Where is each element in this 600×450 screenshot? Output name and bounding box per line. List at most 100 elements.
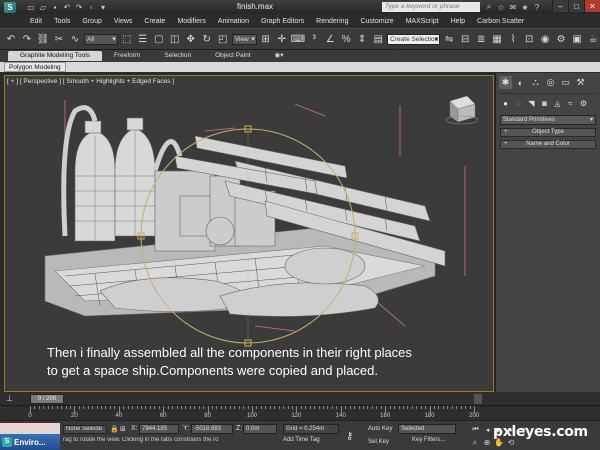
save-file-icon[interactable]: ▪ xyxy=(50,2,60,12)
layer-manager-icon[interactable]: ≣ xyxy=(474,31,488,47)
ribbon-options-icon[interactable]: ◉▾ xyxy=(263,51,296,61)
viewport-label[interactable]: [ + ] [ Perspective ] [ Smooth + Highlig… xyxy=(7,78,174,85)
tab-selection[interactable]: Selection xyxy=(152,51,203,61)
menu-rendering[interactable]: Rendering xyxy=(316,18,348,25)
rollout-object-type[interactable]: Object Type xyxy=(500,128,596,137)
helpers-icon[interactable]: ◬ xyxy=(552,98,563,109)
menu-tools[interactable]: Tools xyxy=(54,18,70,25)
key-mode-dropdown[interactable]: Selected xyxy=(398,424,456,434)
material-editor-icon[interactable]: ◉ xyxy=(538,31,552,47)
search-icon[interactable]: ⌕ xyxy=(484,1,494,13)
track-bar[interactable]: 0 20 40 60 80 100 120 140 160 180 200 xyxy=(0,405,600,420)
x-coord-field[interactable]: 7844.185 xyxy=(139,424,179,434)
menu-edit[interactable]: Edit xyxy=(30,18,42,25)
lock-selection-icon[interactable]: 🔒 xyxy=(110,425,119,433)
menu-maxscript[interactable]: MAXScript xyxy=(406,18,439,25)
bind-space-warp-icon[interactable]: ∿ xyxy=(68,31,82,47)
create-panel-icon[interactable]: ✱ xyxy=(499,76,512,89)
percent-snap-icon[interactable]: % xyxy=(339,31,353,47)
select-by-name-icon[interactable]: ☰ xyxy=(136,31,150,47)
z-coord-field[interactable]: 0.0m xyxy=(243,424,277,434)
utilities-panel-icon[interactable]: ⚒ xyxy=(574,76,587,89)
previous-frame-icon[interactable]: ◂ xyxy=(482,425,493,435)
undo-icon[interactable]: ↶ xyxy=(62,2,72,12)
lights-icon[interactable]: ◥ xyxy=(526,98,537,109)
time-slider[interactable]: 0 / 200 xyxy=(30,394,64,404)
keyboard-shortcut-override-icon[interactable]: ⌨ xyxy=(291,31,305,47)
reference-coordinate-dropdown[interactable]: View xyxy=(231,33,257,45)
rendered-frame-window-icon[interactable]: ▣ xyxy=(570,31,584,47)
geometry-icon[interactable]: ● xyxy=(500,98,511,109)
select-rotate-icon[interactable]: ↻ xyxy=(200,31,214,47)
select-scale-icon[interactable]: ◰ xyxy=(216,31,230,47)
perspective-viewport[interactable]: [ + ] [ Perspective ] [ Smooth + Highlig… xyxy=(4,75,494,392)
menu-graph-editors[interactable]: Graph Editors xyxy=(261,18,304,25)
spinner-snap-icon[interactable]: ⇕ xyxy=(355,31,369,47)
render-production-icon[interactable]: ☕ xyxy=(586,31,600,47)
menu-create[interactable]: Create xyxy=(144,18,165,25)
quick-access-dropdown-icon[interactable]: ▾ xyxy=(98,2,108,12)
render-setup-icon[interactable]: ⚙ xyxy=(554,31,568,47)
menu-modifiers[interactable]: Modifiers xyxy=(177,18,205,25)
motion-panel-icon[interactable]: ◎ xyxy=(544,76,557,89)
select-manipulate-icon[interactable]: ✛ xyxy=(275,31,289,47)
time-slider-track[interactable]: ⊥ 0 / 200 xyxy=(0,393,600,405)
menu-group[interactable]: Group xyxy=(82,18,101,25)
polygon-modeling-panel[interactable]: Polygon Modeling xyxy=(4,62,66,72)
menu-animation[interactable]: Animation xyxy=(218,18,249,25)
auto-key-button[interactable]: Auto Key xyxy=(368,424,396,434)
link-icon[interactable]: ⛓ xyxy=(36,31,50,47)
open-file-icon[interactable]: ▱ xyxy=(38,2,48,12)
edit-named-selection-icon[interactable]: ▤ xyxy=(371,31,385,47)
window-crossing-icon[interactable]: ◫ xyxy=(168,31,182,47)
tab-freeform[interactable]: Freeform xyxy=(102,51,152,61)
align-icon[interactable]: ⊟ xyxy=(458,31,472,47)
y-coord-field[interactable]: -5018.883 xyxy=(191,424,233,434)
hold-icon[interactable]: ▫ xyxy=(86,2,96,12)
schematic-view-icon[interactable]: ⊡ xyxy=(522,31,536,47)
modify-panel-icon[interactable]: ◐ xyxy=(514,76,527,89)
pivot-center-icon[interactable]: ⊞ xyxy=(259,31,273,47)
undo-toolbar-icon[interactable]: ↶ xyxy=(4,31,18,47)
taskbar-item[interactable]: S Enviro... xyxy=(0,434,60,450)
mini-curve-editor-icon[interactable]: ⊥ xyxy=(6,394,16,404)
maximize-icon[interactable]: □ xyxy=(568,0,584,12)
subscription-icon[interactable]: ☆ xyxy=(496,1,506,13)
unlink-icon[interactable]: ✂ xyxy=(52,31,66,47)
angle-snap-icon[interactable]: ∠ xyxy=(323,31,337,47)
time-slider-next[interactable] xyxy=(474,394,482,404)
minimize-icon[interactable]: – xyxy=(552,0,568,12)
menu-customize[interactable]: Customize xyxy=(360,18,393,25)
display-panel-icon[interactable]: ▭ xyxy=(559,76,572,89)
zoom-icon[interactable]: ⌕ xyxy=(470,437,480,448)
redo-icon[interactable]: ↷ xyxy=(74,2,84,12)
application-button[interactable]: S xyxy=(0,0,20,14)
communication-icon[interactable]: ✉ xyxy=(508,1,518,13)
close-icon[interactable]: ✕ xyxy=(584,0,600,12)
zoom-all-icon[interactable]: ⊕ xyxy=(482,437,492,448)
selection-filter-dropdown[interactable]: All xyxy=(84,33,118,45)
set-key-button[interactable]: Set Key xyxy=(368,437,396,447)
go-to-start-icon[interactable]: ⏮ xyxy=(470,425,481,435)
rectangular-region-icon[interactable]: ▢ xyxy=(152,31,166,47)
primitive-type-dropdown[interactable]: Standard Primitives xyxy=(500,115,596,125)
new-file-icon[interactable]: ▭ xyxy=(26,2,36,12)
curve-editor-icon[interactable]: ⌇ xyxy=(506,31,520,47)
redo-toolbar-icon[interactable]: ↷ xyxy=(20,31,34,47)
add-time-tag[interactable]: Add Time Tag xyxy=(283,437,320,443)
systems-icon[interactable]: ⚙ xyxy=(578,98,589,109)
select-move-icon[interactable]: ✥ xyxy=(184,31,198,47)
key-filters-button[interactable]: Key Filters... xyxy=(412,437,445,443)
select-object-icon[interactable]: ⬚ xyxy=(120,31,134,47)
hierarchy-panel-icon[interactable]: ⛬ xyxy=(529,76,542,89)
shapes-icon[interactable]: ◌ xyxy=(513,98,524,109)
maxscript-mini-listener[interactable] xyxy=(1,423,57,430)
rollout-name-and-color[interactable]: Name and Color xyxy=(500,140,596,149)
set-key-icon[interactable]: ⚷ xyxy=(346,431,353,442)
menu-help[interactable]: Help xyxy=(451,18,465,25)
help-icon[interactable]: ? xyxy=(532,1,542,13)
menu-carbon-scatter[interactable]: Carbon Scatter xyxy=(477,18,524,25)
named-selection-sets-dropdown[interactable]: Create Selection Se xyxy=(387,33,441,52)
tab-graphite-modeling-tools[interactable]: Graphite Modeling Tools xyxy=(8,51,102,61)
mirror-icon[interactable]: ⇋ xyxy=(442,31,456,47)
